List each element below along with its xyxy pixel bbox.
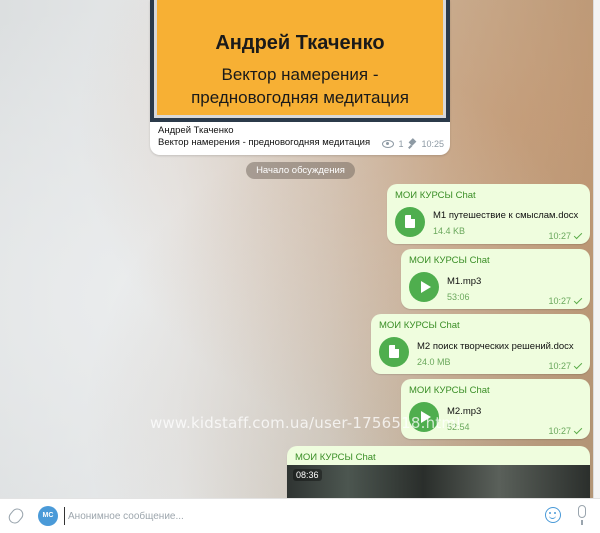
audio-duration: 53:06 [447,292,470,302]
post-views: 1 [398,139,404,149]
check-icon [573,425,583,434]
message-composer: МС [0,498,600,533]
message-time-text: 10:27 [548,231,571,241]
document-icon[interactable] [379,337,409,367]
post-time: 10:25 [421,139,444,149]
message-sender[interactable]: МОИ КУРСЫ Chat [395,190,476,201]
message-time-text: 10:27 [548,361,571,371]
watermark: www.kidstaff.com.ua/user-1756518.html [150,414,461,432]
message-sender[interactable]: МОИ КУРСЫ Chat [379,320,460,331]
message-time-text: 10:27 [548,296,571,306]
file-name[interactable]: M1.mp3 [447,276,481,287]
message-input[interactable] [64,507,524,525]
avatar[interactable]: МС [38,506,58,526]
message-bubble[interactable]: МОИ КУРСЫ Chat 08:36 [287,446,590,510]
check-icon [573,295,583,304]
post-image-subtitle: Вектор намерения - предновогодняя медита… [191,65,409,107]
check-icon [573,230,583,239]
message-sender[interactable]: МОИ КУРСЫ Chat [295,452,376,463]
message-bubble[interactable]: МОИ КУРСЫ Chat M1 путешествие к смыслам.… [387,184,590,244]
microphone-icon[interactable] [578,505,586,525]
video-duration: 08:36 [293,469,322,481]
message-time: 10:27 [548,425,583,436]
post-caption-author: Андрей Ткаченко [158,125,234,136]
check-icon [573,360,583,369]
message-time-text: 10:27 [548,426,571,436]
message-bubble[interactable]: МОИ КУРСЫ Chat M2 поиск творческих решен… [371,314,590,374]
message-time: 10:27 [548,360,583,371]
message-sender[interactable]: МОИ КУРСЫ Chat [409,385,490,396]
message-sender[interactable]: МОИ КУРСЫ Chat [409,255,490,266]
scrollbar[interactable] [593,0,600,533]
file-name[interactable]: M2 поиск творческих решений.docx [417,341,574,352]
eye-icon [382,140,395,148]
channel-post[interactable]: Андрей Ткаченко Вектор намерения - предн… [150,0,450,155]
document-icon[interactable] [395,207,425,237]
emoji-icon[interactable] [545,507,561,523]
post-caption: Андрей Ткаченко Вектор намерения - предн… [158,125,370,149]
discussion-start-label: Начало обсуждения [246,162,355,179]
file-size: 24.0 MB [417,357,451,367]
post-image-title: Андрей Ткаченко [215,32,385,54]
post-image-banner: Андрей Ткаченко Вектор намерения - предн… [154,0,446,118]
message-time: 10:27 [548,230,583,241]
message-time: 10:27 [548,295,583,306]
post-meta: 1 10:25 [382,139,444,149]
file-name[interactable]: M1 путешествие к смыслам.docx [433,210,578,221]
post-caption-title: Вектор намерения - предновогодняя медита… [158,137,371,148]
attach-icon[interactable] [6,506,26,526]
file-size: 14.4 KB [433,226,466,236]
pin-icon [407,139,417,149]
message-bubble[interactable]: МОИ КУРСЫ Chat M1.mp3 53:06 10:27 [401,249,590,309]
play-icon[interactable] [409,272,439,302]
post-image[interactable]: Андрей Ткаченко Вектор намерения - предн… [150,0,450,122]
